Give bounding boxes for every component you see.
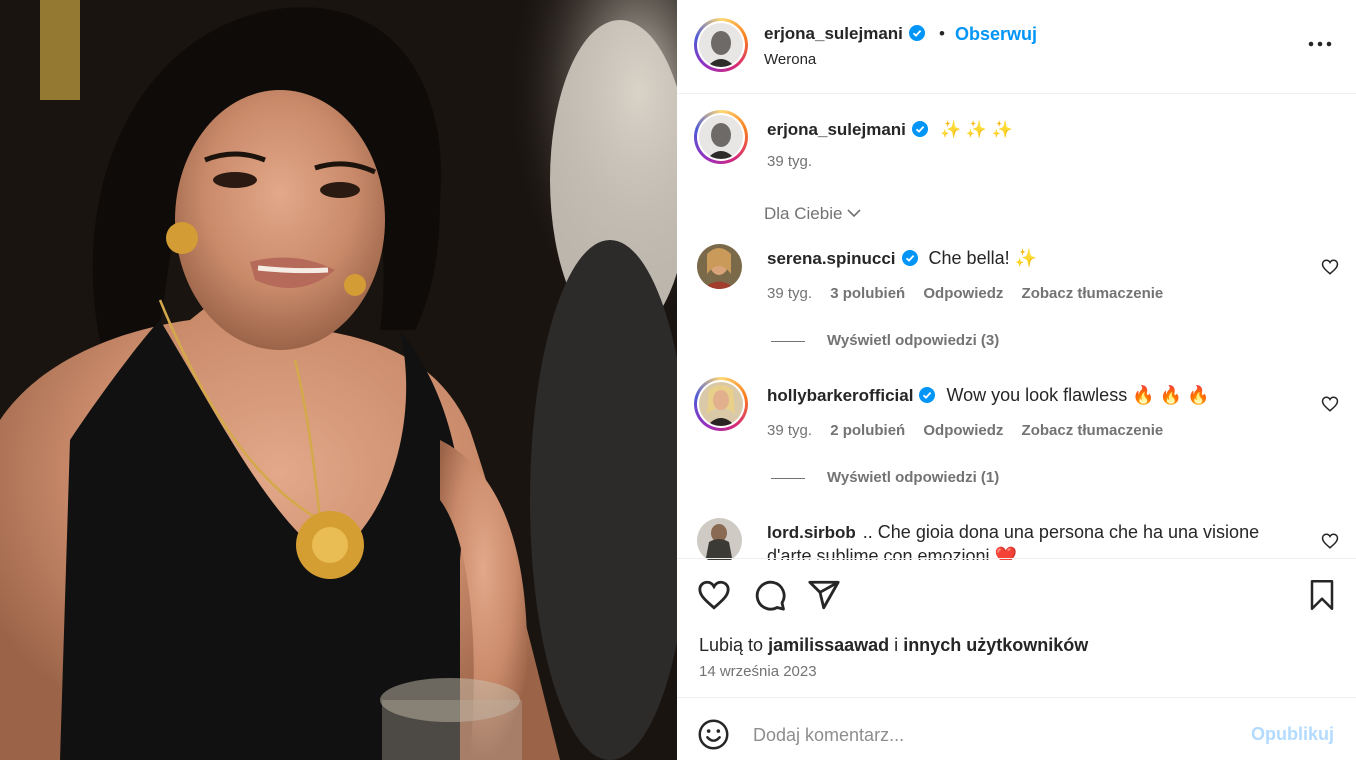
caption-username[interactable]: erjona_sulejmani (767, 120, 928, 140)
view-replies-label: Wyświetl odpowiedzi (3) (827, 332, 1000, 349)
comment-meta: 39 tyg. 2 polubień Odpowiedz Zobacz tłum… (767, 422, 1177, 439)
likes-others-link[interactable]: innych użytkowników (903, 635, 1088, 655)
caption-avatar[interactable] (694, 110, 748, 164)
commenter-username[interactable]: hollybarkerofficial (767, 386, 936, 405)
comment-body: serena.spinucci Che bella! ✨ (767, 248, 1037, 269)
chevron-down-icon (847, 209, 862, 218)
post-side-panel: erjona_sulejmani • Obserwuj Werona erjon… (677, 0, 1356, 760)
comment-body: hollybarkerofficial Wow you look flawles… (767, 385, 1209, 406)
bookmark-icon[interactable] (1307, 578, 1337, 612)
comments-list[interactable]: serena.spinucci Che bella! ✨ 39 tyg. 3 p… (677, 230, 1356, 560)
post-date[interactable]: 14 września 2023 (699, 663, 817, 680)
emoji-icon[interactable] (697, 718, 730, 751)
verified-badge-icon (908, 25, 925, 41)
post-photo (0, 0, 677, 760)
comment-like-heart-icon[interactable] (1321, 532, 1339, 550)
separator-dot: • (939, 24, 945, 43)
reply-button[interactable]: Odpowiedz (923, 285, 1003, 302)
comment-text: .. Che gioia dona una persona che ha una… (862, 522, 1260, 542)
follow-button[interactable]: Obserwuj (955, 24, 1037, 45)
comment-likes[interactable]: 2 polubień (830, 422, 905, 439)
commenter-avatar[interactable] (694, 377, 748, 431)
caption-text: ✨ ✨ ✨ (940, 120, 1013, 139)
commenter-avatar[interactable] (697, 518, 742, 560)
likes-user-link[interactable]: jamilissaawad (768, 635, 889, 655)
translate-button[interactable]: Zobacz tłumaczenie (1022, 422, 1164, 439)
more-options-icon[interactable] (1307, 32, 1333, 56)
view-replies-label: Wyświetl odpowiedzi (1) (827, 469, 1000, 486)
likes-summary: Lubią to jamilissaawad i innych użytkown… (699, 635, 1088, 656)
likes-prefix: Lubią to (699, 635, 764, 655)
author-username[interactable]: erjona_sulejmani (764, 24, 925, 44)
comment-body: lord.sirbob .. Che gioia dona una person… (767, 522, 1259, 543)
post-header: erjona_sulejmani • Obserwuj Werona (677, 0, 1356, 94)
view-replies-button[interactable]: Wyświetl odpowiedzi (1) (771, 469, 999, 486)
replies-divider (771, 340, 805, 342)
commenter-avatar[interactable] (697, 244, 742, 289)
post-image (0, 0, 677, 760)
publish-button[interactable]: Opublikuj (1251, 724, 1334, 745)
comment-filter-dropdown[interactable]: Dla Ciebie (764, 204, 862, 224)
comment-likes[interactable]: 3 polubień (830, 285, 905, 302)
add-comment-input[interactable] (753, 723, 1193, 747)
comment-time[interactable]: 39 tyg. (767, 422, 812, 439)
add-comment-bar: Opublikuj (677, 699, 1356, 760)
caption-time[interactable]: 39 tyg. (767, 153, 812, 170)
commenter-username[interactable]: lord.sirbob (767, 523, 856, 542)
filter-label: Dla Ciebie (764, 204, 843, 223)
share-icon[interactable] (807, 578, 841, 612)
commenter-username[interactable]: serena.spinucci (767, 249, 918, 268)
verified-badge-icon (901, 250, 918, 266)
comment-icon[interactable] (753, 578, 787, 612)
post-actions-section: Lubią to jamilissaawad i innych użytkown… (677, 558, 1356, 698)
verified-badge-icon (911, 121, 928, 137)
post-location[interactable]: Werona (764, 51, 816, 68)
likes-mid: i (894, 635, 899, 655)
verified-badge-icon (919, 387, 936, 403)
view-replies-button[interactable]: Wyświetl odpowiedzi (3) (771, 332, 999, 349)
heart-icon[interactable] (697, 578, 731, 612)
author-avatar[interactable] (694, 18, 748, 72)
comment-text: Wow you look flawless 🔥 🔥 🔥 (946, 385, 1210, 405)
replies-divider (771, 477, 805, 479)
comment-like-heart-icon[interactable] (1321, 395, 1339, 413)
comment-meta: 39 tyg. 3 polubień Odpowiedz Zobacz tłum… (767, 285, 1177, 302)
reply-button[interactable]: Odpowiedz (923, 422, 1003, 439)
comment-like-heart-icon[interactable] (1321, 258, 1339, 276)
comment-text: Che bella! ✨ (928, 248, 1037, 268)
comment-time[interactable]: 39 tyg. (767, 285, 812, 302)
translate-button[interactable]: Zobacz tłumaczenie (1022, 285, 1164, 302)
